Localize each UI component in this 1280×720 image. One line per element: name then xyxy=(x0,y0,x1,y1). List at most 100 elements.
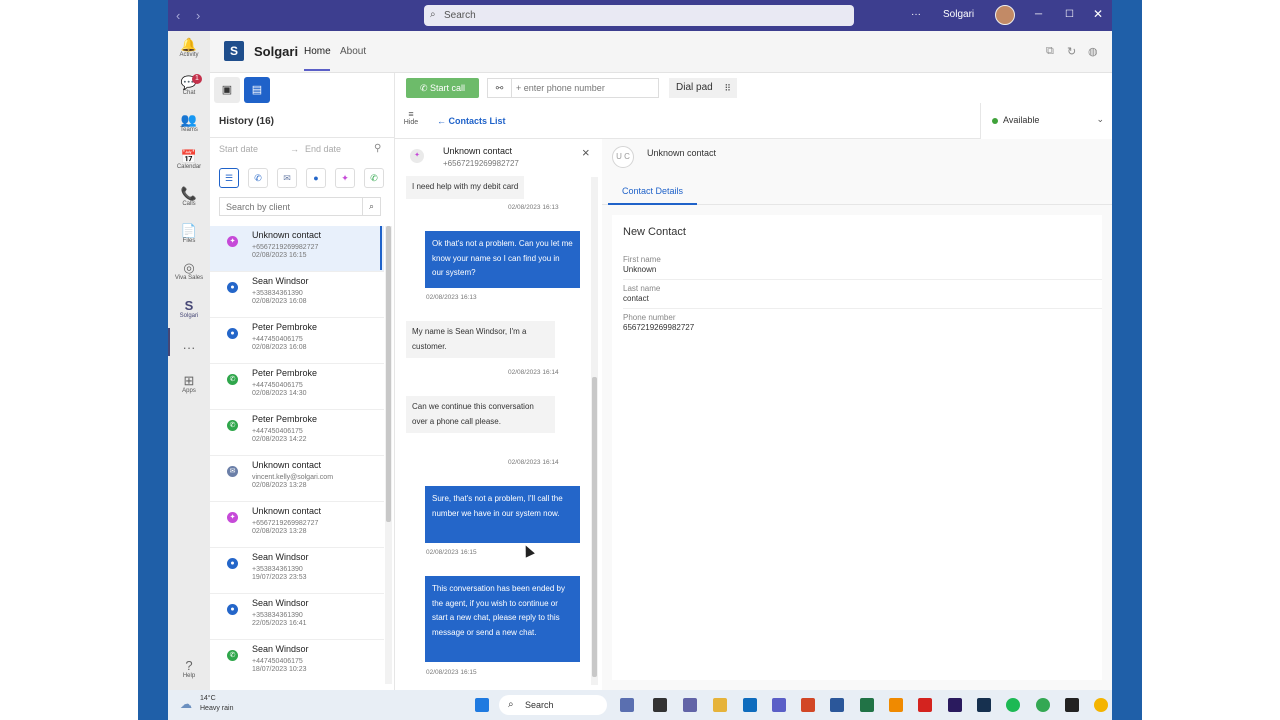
hide-button[interactable]: ≡ Hide xyxy=(400,109,422,126)
end-date-field[interactable]: End date xyxy=(305,144,341,154)
rail-item-more[interactable]: ··· xyxy=(168,341,210,355)
chat-scrollbar-thumb[interactable] xyxy=(592,377,597,677)
search-client-input[interactable] xyxy=(220,198,360,215)
history-scrollbar-thumb[interactable] xyxy=(386,226,391,522)
history-item[interactable]: ✆ Peter Pembroke +447450406175 02/08/202… xyxy=(210,364,384,410)
whatsapp-channel-icon[interactable]: ✆ xyxy=(364,168,384,188)
start-icon[interactable] xyxy=(475,698,489,712)
user-avatar[interactable] xyxy=(995,5,1015,25)
all-channels-icon[interactable]: ☰ xyxy=(219,168,239,188)
contacts-list-link[interactable]: ← Contacts List xyxy=(437,116,506,126)
message-incoming: Can we continue this conversation over a… xyxy=(406,396,555,433)
rail-item-viva-sales[interactable]: ◎ Viva Sales xyxy=(168,260,210,282)
outlook-icon[interactable] xyxy=(743,698,757,712)
maximize-icon[interactable]: ☐ xyxy=(1065,9,1074,20)
popout-icon[interactable]: ⧉ xyxy=(1046,45,1054,58)
chrome-alt-icon[interactable] xyxy=(1094,698,1108,712)
back-arrow-icon: ← xyxy=(437,116,446,126)
viva-sales-icon: ◎ xyxy=(183,260,195,275)
spotify-icon[interactable] xyxy=(1006,698,1020,712)
shield-icon[interactable]: ◍ xyxy=(1088,45,1098,58)
close-window-icon[interactable]: ✕ xyxy=(1093,7,1103,21)
history-item[interactable]: ● Sean Windsor +353834361390 02/08/2023 … xyxy=(210,272,384,318)
task-view-icon[interactable] xyxy=(653,698,667,712)
search-icon[interactable]: ⌕ xyxy=(362,198,380,215)
word-icon[interactable] xyxy=(830,698,844,712)
history-item[interactable]: ● Peter Pembroke +447450406175 02/08/202… xyxy=(210,318,384,364)
tab-home[interactable]: Home xyxy=(304,46,331,57)
history-item-contact: vincent.kelly@solgari.com xyxy=(252,474,334,481)
widgets-icon[interactable] xyxy=(620,698,634,712)
messenger-channel-icon[interactable]: ✦ xyxy=(335,168,355,188)
start-call-button[interactable]: ✆ Start call xyxy=(406,78,479,98)
message-outgoing: Sure, that's not a problem, I'll call th… xyxy=(425,486,580,543)
history-item[interactable]: ● Sean Windsor +353834361390 22/05/2023 … xyxy=(210,594,384,640)
file-explorer-icon[interactable] xyxy=(713,698,727,712)
excel-icon[interactable] xyxy=(860,698,874,712)
inbox-icon[interactable]: ▣ xyxy=(214,77,240,103)
teams-icon[interactable] xyxy=(772,698,786,712)
filter-icon[interactable]: ⚲ xyxy=(374,143,381,154)
chrome-icon[interactable] xyxy=(1036,698,1050,712)
status-dropdown[interactable]: Available ⌄ xyxy=(980,103,1112,139)
tab-about[interactable]: About xyxy=(340,46,366,57)
powerpoint-icon[interactable] xyxy=(801,698,815,712)
acrobat-icon[interactable] xyxy=(918,698,932,712)
history-item[interactable]: ✆ Sean Windsor +447450406175 18/07/2023 … xyxy=(210,640,384,684)
phone-number-field: ⚯ xyxy=(487,78,659,98)
rail-item-chat[interactable]: 1 💬 Chat xyxy=(168,74,210,96)
phone-number-input[interactable] xyxy=(516,80,654,96)
forward-nav-icon[interactable]: › xyxy=(196,8,200,23)
history-item[interactable]: ● Sean Windsor +353834361390 19/07/2023 … xyxy=(210,548,384,594)
start-date-field[interactable]: Start date xyxy=(219,144,258,154)
chat-icon: 💬 xyxy=(180,75,198,90)
dial-pad-button[interactable]: Dial pad ⠿ xyxy=(669,78,737,98)
teams-chat-icon[interactable] xyxy=(683,698,697,712)
top-search-box[interactable]: ⌕ Search xyxy=(424,5,854,26)
history-item-date: 02/08/2023 13:28 xyxy=(252,528,307,535)
rail-item-apps[interactable]: ⊞ Apps xyxy=(168,374,210,395)
letterbox-right xyxy=(1142,0,1280,720)
history-view-icon[interactable]: ▤ xyxy=(244,77,270,103)
more-options-icon[interactable]: ··· xyxy=(911,9,921,20)
hide-label: Hide xyxy=(403,119,419,126)
rail-item-solgari[interactable]: S Solgari xyxy=(168,299,210,320)
message-time: 02/08/2023 16:14 xyxy=(508,369,559,376)
history-item[interactable]: ✆ Peter Pembroke +447450406175 02/08/202… xyxy=(210,410,384,456)
history-item[interactable]: ✉ Unknown contact vincent.kelly@solgari.… xyxy=(210,456,384,502)
letterbox-left xyxy=(0,0,138,720)
close-icon[interactable]: × xyxy=(582,145,590,160)
history-item-name: Sean Windsor xyxy=(252,644,309,654)
tab-contact-details[interactable]: Contact Details xyxy=(608,179,697,205)
weather-condition: Heavy rain xyxy=(200,705,234,712)
taskbar-search[interactable]: ⌕ Search xyxy=(499,695,607,715)
rail-item-calls[interactable]: 📞 Calls xyxy=(168,187,210,208)
whatsapp-icon: ✆ xyxy=(227,374,238,385)
history-item[interactable]: ✦ Unknown contact +6567219269982727 02/0… xyxy=(210,502,384,548)
conversation-panel: ✦ Unknown contact +6567219269982727 × I … xyxy=(395,139,602,690)
app-name: Solgari xyxy=(254,44,299,59)
rail-item-calendar[interactable]: 📅 Calendar xyxy=(168,150,210,171)
history-item[interactable]: ✦ Unknown contact +6567219269982727 02/0… xyxy=(210,226,384,272)
chat-icon: ● xyxy=(227,604,238,615)
email-channel-icon[interactable]: ✉ xyxy=(277,168,297,188)
history-item-date: 22/05/2023 16:41 xyxy=(252,620,307,627)
premiere-icon[interactable] xyxy=(948,698,962,712)
refresh-icon[interactable]: ↻ xyxy=(1067,45,1076,58)
message-time: 02/08/2023 16:13 xyxy=(508,204,559,211)
back-nav-icon[interactable]: ‹ xyxy=(176,8,180,23)
weather-widget[interactable]: 14°C Heavy rain xyxy=(200,694,233,714)
vlc-icon[interactable] xyxy=(889,698,903,712)
rail-item-teams[interactable]: 👥 Teams xyxy=(168,113,210,134)
search-by-client: ⌕ xyxy=(219,197,381,216)
rail-item-activity[interactable]: 🔔 Activity xyxy=(168,38,210,59)
call-channel-icon[interactable]: ✆ xyxy=(248,168,268,188)
notes-icon[interactable] xyxy=(1065,698,1079,712)
photoshop-icon[interactable] xyxy=(977,698,991,712)
rail-item-files[interactable]: 📄 Files xyxy=(168,224,210,245)
rail-label: Help xyxy=(182,673,196,679)
rail-item-help[interactable]: ? Help xyxy=(168,659,210,680)
history-item-contact: +353834361390 xyxy=(252,290,303,297)
minimize-icon[interactable]: ─ xyxy=(1035,9,1042,20)
chat-channel-icon[interactable]: ● xyxy=(306,168,326,188)
